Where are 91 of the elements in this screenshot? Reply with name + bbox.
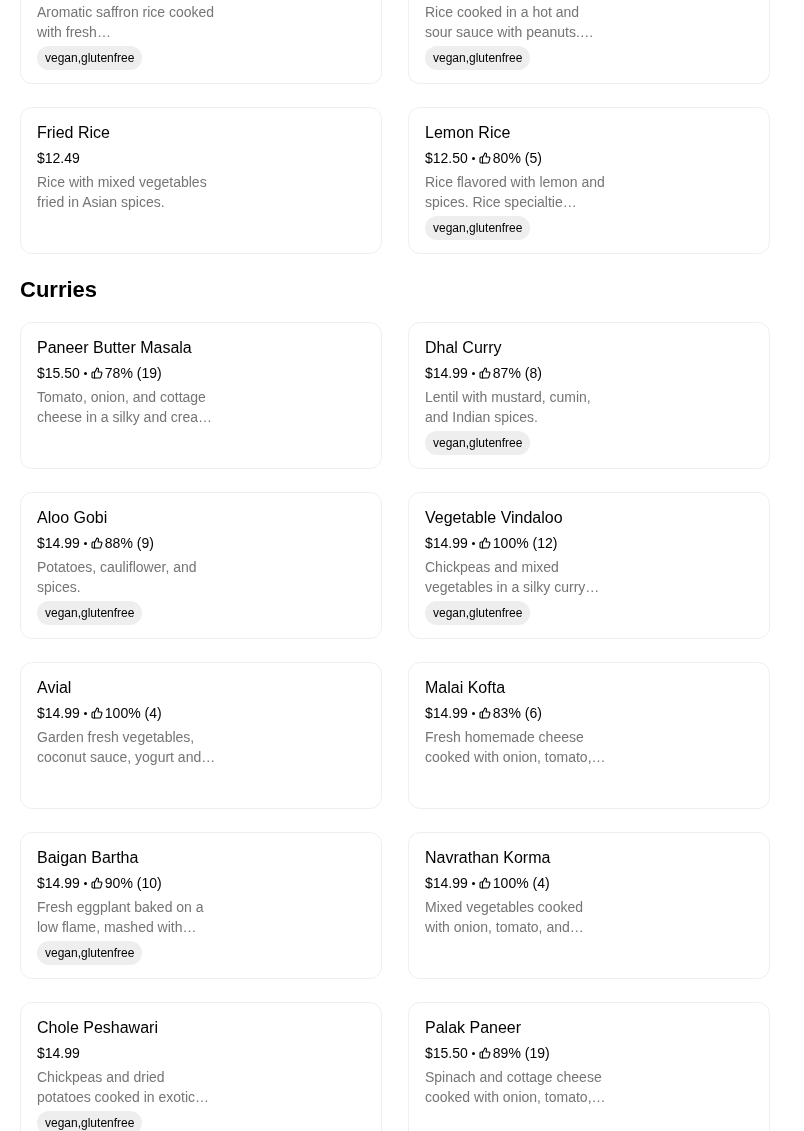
item-price: $12.50: [425, 149, 468, 168]
item-description: Rice cooked in a hot and sour sauce with peanuts.…: [425, 3, 595, 42]
thumbs-up-icon: [478, 1047, 491, 1059]
bullet-icon: [83, 371, 87, 375]
dietary-tag: vegan,glutenfree: [425, 216, 531, 240]
menu-item-card[interactable]: Aromatic saffron rice cooked with fresh… vegan,glutenfree: [20, 0, 382, 84]
item-description: Mixed vegetables cooked with onion, tomato, and…: [425, 898, 585, 937]
item-price: $15.50: [37, 364, 80, 383]
dietary-tag: vegan,glutenfree: [425, 431, 531, 455]
item-description: Spinach and cottage cheese cooked with onion, tomato,…: [425, 1068, 607, 1107]
menu-item-card[interactable]: Avial $14.99 100% (4) Garden fresh vegetables, coconut sauce, yogurt and…: [20, 662, 382, 809]
item-price: $15.50: [425, 1044, 468, 1063]
rating-text: 100% (4): [104, 704, 162, 723]
menu-item-card[interactable]: Baigan Bartha $14.99 90% (10) Fresh eggplant baked on a low flame, mashed with… vegan,glutenfree: [20, 832, 382, 979]
item-price: $14.99: [37, 1044, 80, 1063]
dietary-tag: vegan,glutenfree: [425, 46, 531, 70]
rating-text: 100% (12): [492, 534, 558, 553]
item-description: Rice with mixed vegetables fried in Asian spices.: [37, 173, 208, 212]
bullet-icon: [471, 711, 475, 715]
item-price: $14.99: [425, 874, 468, 893]
thumbs-up-icon: [478, 367, 491, 379]
bullet-icon: [83, 541, 87, 545]
item-description: Fresh homemade cheese cooked with onion, tomato,…: [425, 728, 607, 767]
item-name: Aloo Gobi: [37, 508, 108, 528]
bullet-icon: [471, 1051, 475, 1055]
menu-item-card[interactable]: Chole Peshawari $14.99 Chickpeas and dried potatoes cooked in exotic… vegan,glutenfree: [20, 1002, 382, 1131]
item-description: Aromatic saffron rice cooked with fresh…: [37, 3, 216, 42]
rating-text: 100% (4): [492, 874, 550, 893]
dietary-tag: vegan,glutenfree: [37, 46, 143, 70]
rating-text: 80% (5): [492, 149, 542, 168]
bullet-icon: [471, 541, 475, 545]
rating-text: 83% (6): [492, 704, 542, 723]
rating-text: 87% (8): [492, 364, 542, 383]
item-description: Garden fresh vegetables, coconut sauce, yogurt and…: [37, 728, 217, 767]
thumbs-up-icon: [90, 877, 103, 889]
thumbs-up-icon: [90, 367, 103, 379]
item-name: Navrathan Korma: [425, 848, 551, 868]
item-name: Dhal Curry: [425, 338, 502, 358]
bullet-icon: [83, 881, 87, 885]
item-name: Baigan Bartha: [37, 848, 139, 868]
thumbs-up-icon: [478, 707, 491, 719]
menu-item-card[interactable]: Dhal Curry $14.99 87% (8) Lentil with mustard, cumin, and Indian spices. vegan,glutenfree: [408, 322, 770, 469]
item-price: $14.99: [425, 704, 468, 723]
menu-item-card[interactable]: Malai Kofta $14.99 83% (6) Fresh homemade cheese cooked with onion, tomato,…: [408, 662, 770, 809]
menu-item-card[interactable]: Fried Rice $12.49 Rice with mixed vegetables fried in Asian spices.: [20, 107, 382, 254]
item-description: Lentil with mustard, cumin, and Indian spices.: [425, 388, 592, 427]
item-name: Lemon Rice: [425, 123, 511, 143]
item-name: Fried Rice: [37, 123, 110, 143]
thumbs-up-icon: [478, 152, 491, 164]
item-price: $14.99: [37, 874, 80, 893]
item-name: Paneer Butter Masala: [37, 338, 192, 358]
item-price: $14.99: [425, 364, 468, 383]
rating-text: 89% (19): [492, 1044, 550, 1063]
menu-item-card[interactable]: Rice cooked in a hot and sour sauce with peanuts.… vegan,glutenfree: [408, 0, 770, 84]
item-price: $14.99: [37, 704, 80, 723]
thumbs-up-icon: [478, 537, 491, 549]
item-description: Chickpeas and mixed vegetables in a silky curry…: [425, 558, 601, 597]
item-name: Palak Paneer: [425, 1018, 522, 1038]
item-name: Malai Kofta: [425, 678, 506, 698]
bullet-icon: [83, 711, 87, 715]
dietary-tag: vegan,glutenfree: [425, 601, 531, 625]
menu-item-card[interactable]: Paneer Butter Masala $15.50 78% (19) Tomato, onion, and cottage cheese in a silky and crea…: [20, 322, 382, 469]
thumbs-up-icon: [90, 537, 103, 549]
menu-item-card[interactable]: Vegetable Vindaloo $14.99 100% (12) Chickpeas and mixed vegetables in a silky curry… vegan,glutenfree: [408, 492, 770, 639]
dietary-tag: vegan,glutenfree: [37, 601, 143, 625]
menu-item-card[interactable]: Navrathan Korma $14.99 100% (4) Mixed vegetables cooked with onion, tomato, and…: [408, 832, 770, 979]
bullet-icon: [471, 881, 475, 885]
rating-text: 90% (10): [104, 874, 162, 893]
item-description: Potatoes, cauliflower, and spices.: [37, 558, 198, 597]
menu-item-card[interactable]: Lemon Rice $12.50 80% (5) Rice flavored with lemon and spices. Rice specialtie… vegan,glutenfree: [408, 107, 770, 254]
dietary-tag: vegan,glutenfree: [37, 1111, 143, 1131]
item-price: $12.49: [37, 149, 80, 168]
menu-item-card[interactable]: Palak Paneer $15.50 89% (19) Spinach and cottage cheese cooked with onion, tomato,…: [408, 1002, 770, 1131]
item-name: Vegetable Vindaloo: [425, 508, 563, 528]
bullet-icon: [471, 156, 475, 160]
bullet-icon: [471, 371, 475, 375]
item-description: Tomato, onion, and cottage cheese in a silky and crea…: [37, 388, 214, 427]
item-name: Chole Peshawari: [37, 1018, 158, 1038]
rating-text: 88% (9): [104, 534, 154, 553]
thumbs-up-icon: [478, 877, 491, 889]
dietary-tag: vegan,glutenfree: [37, 941, 143, 965]
thumbs-up-icon: [90, 707, 103, 719]
section-heading: Curries: [20, 276, 99, 304]
menu-item-card[interactable]: Aloo Gobi $14.99 88% (9) Potatoes, cauliflower, and spices. vegan,glutenfree: [20, 492, 382, 639]
rating-text: 78% (19): [104, 364, 162, 383]
item-price: $14.99: [37, 534, 80, 553]
item-description: Chickpeas and dried potatoes cooked in exotic…: [37, 1068, 210, 1107]
item-description: Rice flavored with lemon and spices. Rice specialtie…: [425, 173, 606, 212]
item-description: Fresh eggplant baked on a low flame, mashed with…: [37, 898, 205, 937]
item-price: $14.99: [425, 534, 468, 553]
item-name: Avial: [37, 678, 72, 698]
